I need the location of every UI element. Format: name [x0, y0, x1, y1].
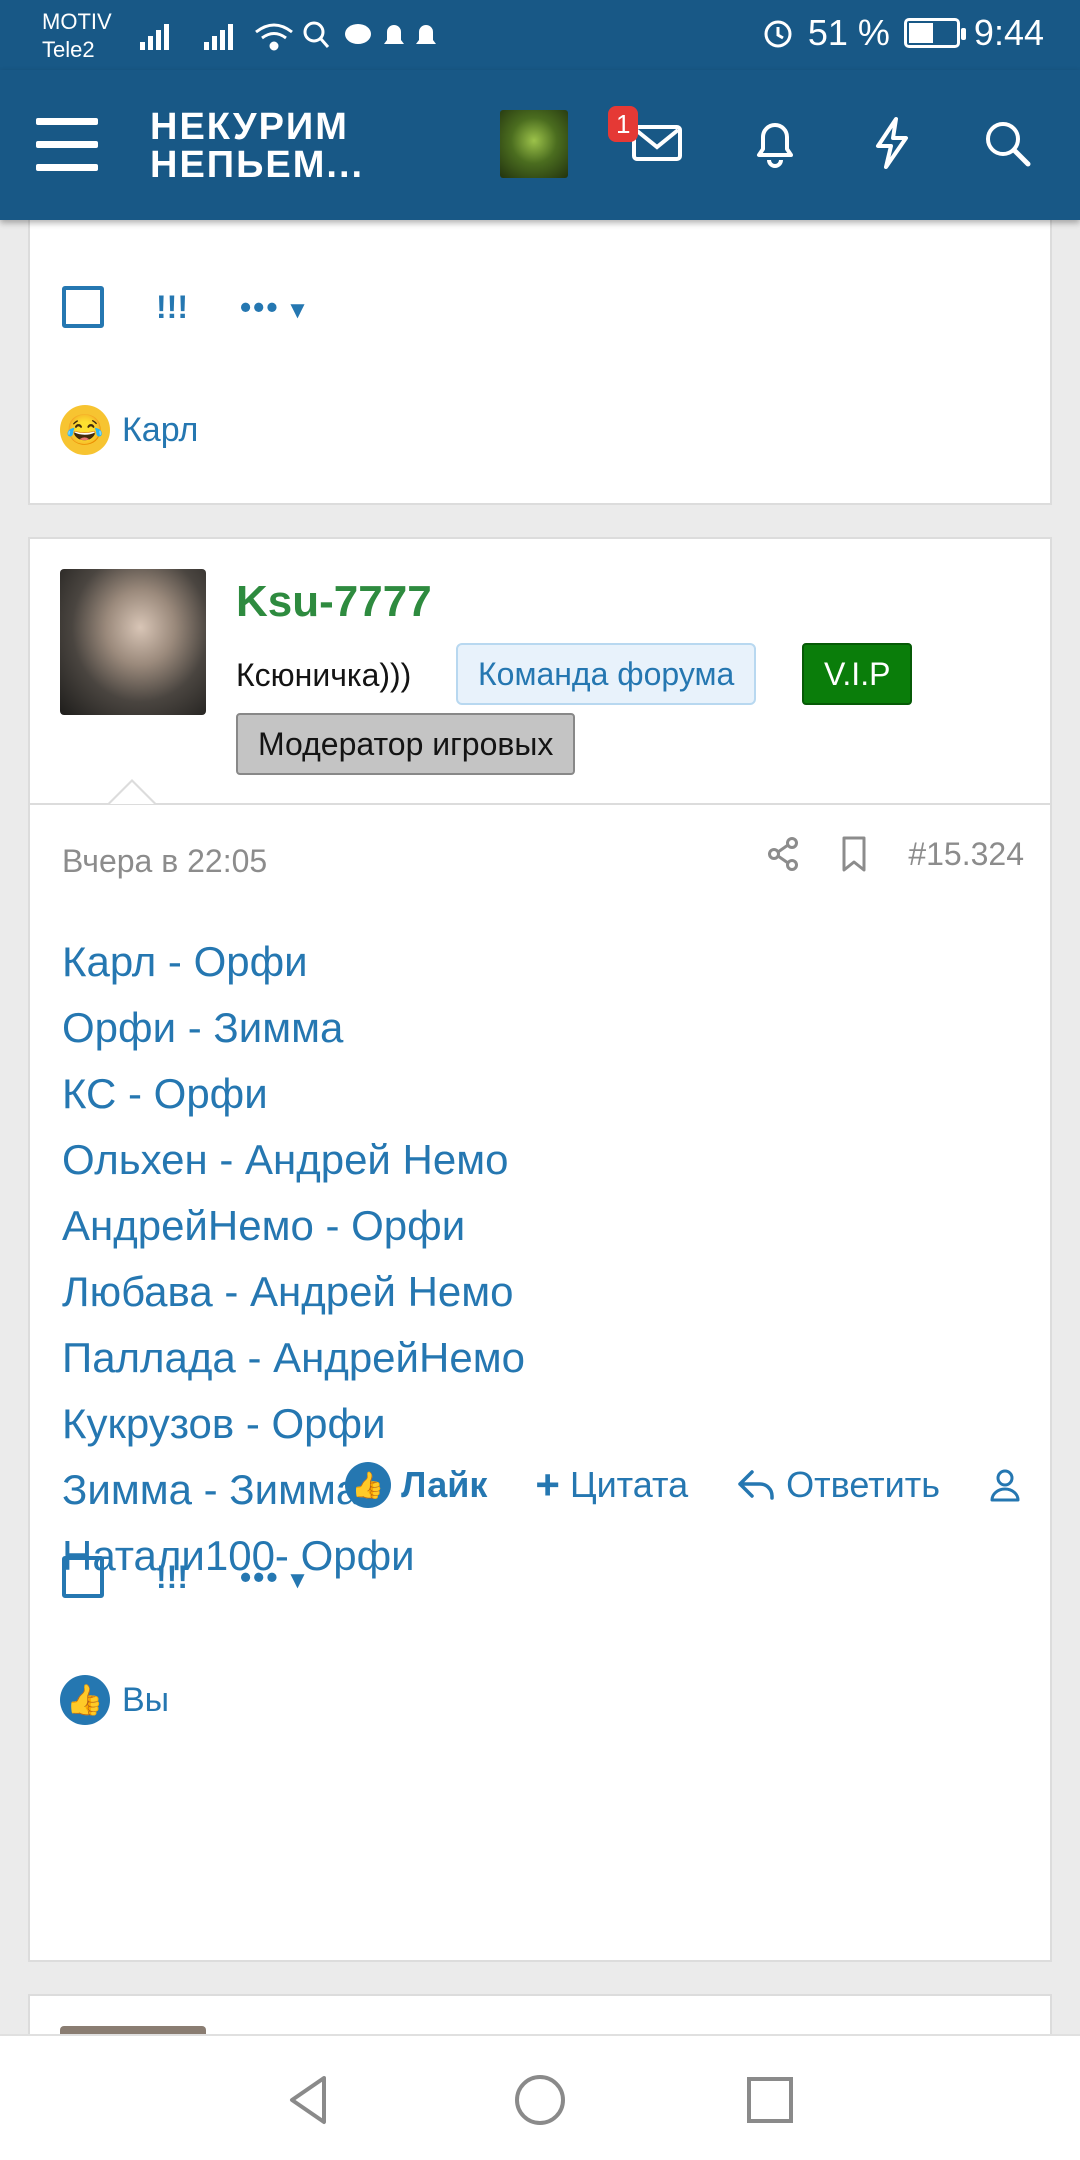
thumbs-up-icon: 👍 — [345, 1462, 392, 1508]
author-avatar[interactable] — [60, 569, 206, 715]
signal-icon — [140, 21, 436, 51]
post-meta: #15.324 — [766, 835, 1024, 873]
post-actions: 👍 Лайк + Цитата Ответить — [345, 1461, 1022, 1509]
carrier-info: MOTIV Tele2 — [42, 8, 112, 64]
alarm-icon — [764, 20, 792, 48]
post-tools: !!! ••• ▼ — [62, 286, 311, 328]
post-line: Паллада - АндрейНемо — [62, 1334, 525, 1381]
system-nav-bar — [0, 2034, 1080, 2160]
post-line: Ольхен - Андрей Немо — [62, 1136, 509, 1183]
caret-down-icon: ▼ — [285, 1566, 312, 1594]
badge-team: Команда форума — [456, 643, 757, 705]
post-main: Ksu-7777 Ксюничка))) Команда форума V.I.… — [28, 537, 1052, 1962]
caret-down-icon: ▼ — [285, 296, 312, 324]
status-right: 51 % 9:44 — [762, 12, 1044, 54]
lightning-icon[interactable] — [857, 108, 927, 178]
share-icon[interactable] — [766, 836, 800, 872]
quote-label: Цитата — [569, 1464, 689, 1505]
bell-icon[interactable] — [740, 108, 810, 178]
status-bar: MOTIV Tele2 51 % 9:44 — [0, 0, 1080, 70]
more-dots: ••• — [239, 1558, 280, 1595]
recents-icon[interactable] — [738, 2068, 802, 2132]
divider — [30, 803, 1050, 805]
battery-percent: 51 % — [807, 12, 890, 53]
bookmark-icon[interactable] — [840, 835, 868, 873]
quote-button[interactable]: + Цитата — [535, 1461, 688, 1509]
carrier-1: MOTIV — [42, 9, 112, 34]
carrier-2: Tele2 — [42, 37, 95, 62]
post-number[interactable]: #15.324 — [908, 836, 1024, 873]
user-avatar-mini[interactable] — [500, 110, 568, 178]
reaction-summary[interactable]: 😂 Карл — [60, 405, 198, 455]
reply-icon — [738, 1470, 774, 1500]
badge-moderator: Модератор игровых — [236, 713, 576, 775]
menu-icon[interactable] — [36, 118, 98, 172]
plus-icon: + — [535, 1461, 560, 1508]
clock: 9:44 — [973, 12, 1044, 53]
post-line: КС - Орфи — [62, 1070, 268, 1117]
more-button[interactable]: ••• ▼ — [240, 1559, 311, 1596]
more-button[interactable]: ••• ▼ — [240, 289, 311, 326]
select-checkbox[interactable] — [62, 286, 104, 328]
reply-button[interactable]: Ответить — [736, 1464, 940, 1506]
logo-line-2: НЕПЬЕМ... — [150, 144, 365, 186]
select-checkbox[interactable] — [62, 1556, 104, 1598]
reply-label: Ответить — [786, 1464, 940, 1505]
post-line: Кукрузов - Орфи — [62, 1400, 386, 1447]
more-dots: ••• — [239, 288, 280, 325]
reaction-user[interactable]: Вы — [122, 1681, 169, 1720]
logo-line-1: НЕКУРИМ — [150, 106, 349, 148]
like-button[interactable]: 👍 Лайк — [345, 1462, 487, 1508]
author-username[interactable]: Ksu-7777 — [236, 577, 432, 627]
post-line: Карл - Орфи — [62, 938, 308, 985]
reaction-user[interactable]: Карл — [122, 411, 198, 450]
post-line: Орфи - Зимма — [62, 1004, 344, 1051]
home-icon[interactable] — [508, 2068, 572, 2132]
author-title: Ксюничка))) — [236, 657, 412, 693]
search-icon[interactable] — [972, 108, 1042, 178]
user-icon[interactable] — [988, 1467, 1022, 1503]
battery-icon — [903, 18, 966, 48]
reaction-summary[interactable]: 👍 Вы — [60, 1675, 169, 1725]
post-line: АндрейНемо - Орфи — [62, 1202, 466, 1249]
messages-badge: 1 — [608, 106, 639, 142]
like-label: Лайк — [401, 1464, 488, 1505]
post-date[interactable]: Вчера в 22:05 — [62, 843, 267, 880]
back-icon[interactable] — [278, 2068, 342, 2132]
laugh-emoji-icon: 😂 — [60, 405, 110, 455]
badge-vip: V.I.P — [802, 643, 913, 705]
status-icons — [140, 14, 440, 62]
like-reaction-icon: 👍 — [60, 1675, 110, 1725]
post-previous: !!! ••• ▼ 😂 Карл — [28, 200, 1052, 505]
report-button[interactable]: !!! — [156, 1559, 188, 1596]
post-tools: !!! ••• ▼ — [62, 1556, 311, 1598]
site-logo[interactable]: НЕКУРИМ НЕПЬЕМ... — [150, 108, 364, 184]
post-line: Любава - Андрей Немо — [62, 1268, 514, 1315]
report-button[interactable]: !!! — [156, 289, 188, 326]
divider-arrow — [108, 779, 156, 804]
app-header: НЕКУРИМ НЕПЬЕМ... 1 — [0, 70, 1080, 220]
